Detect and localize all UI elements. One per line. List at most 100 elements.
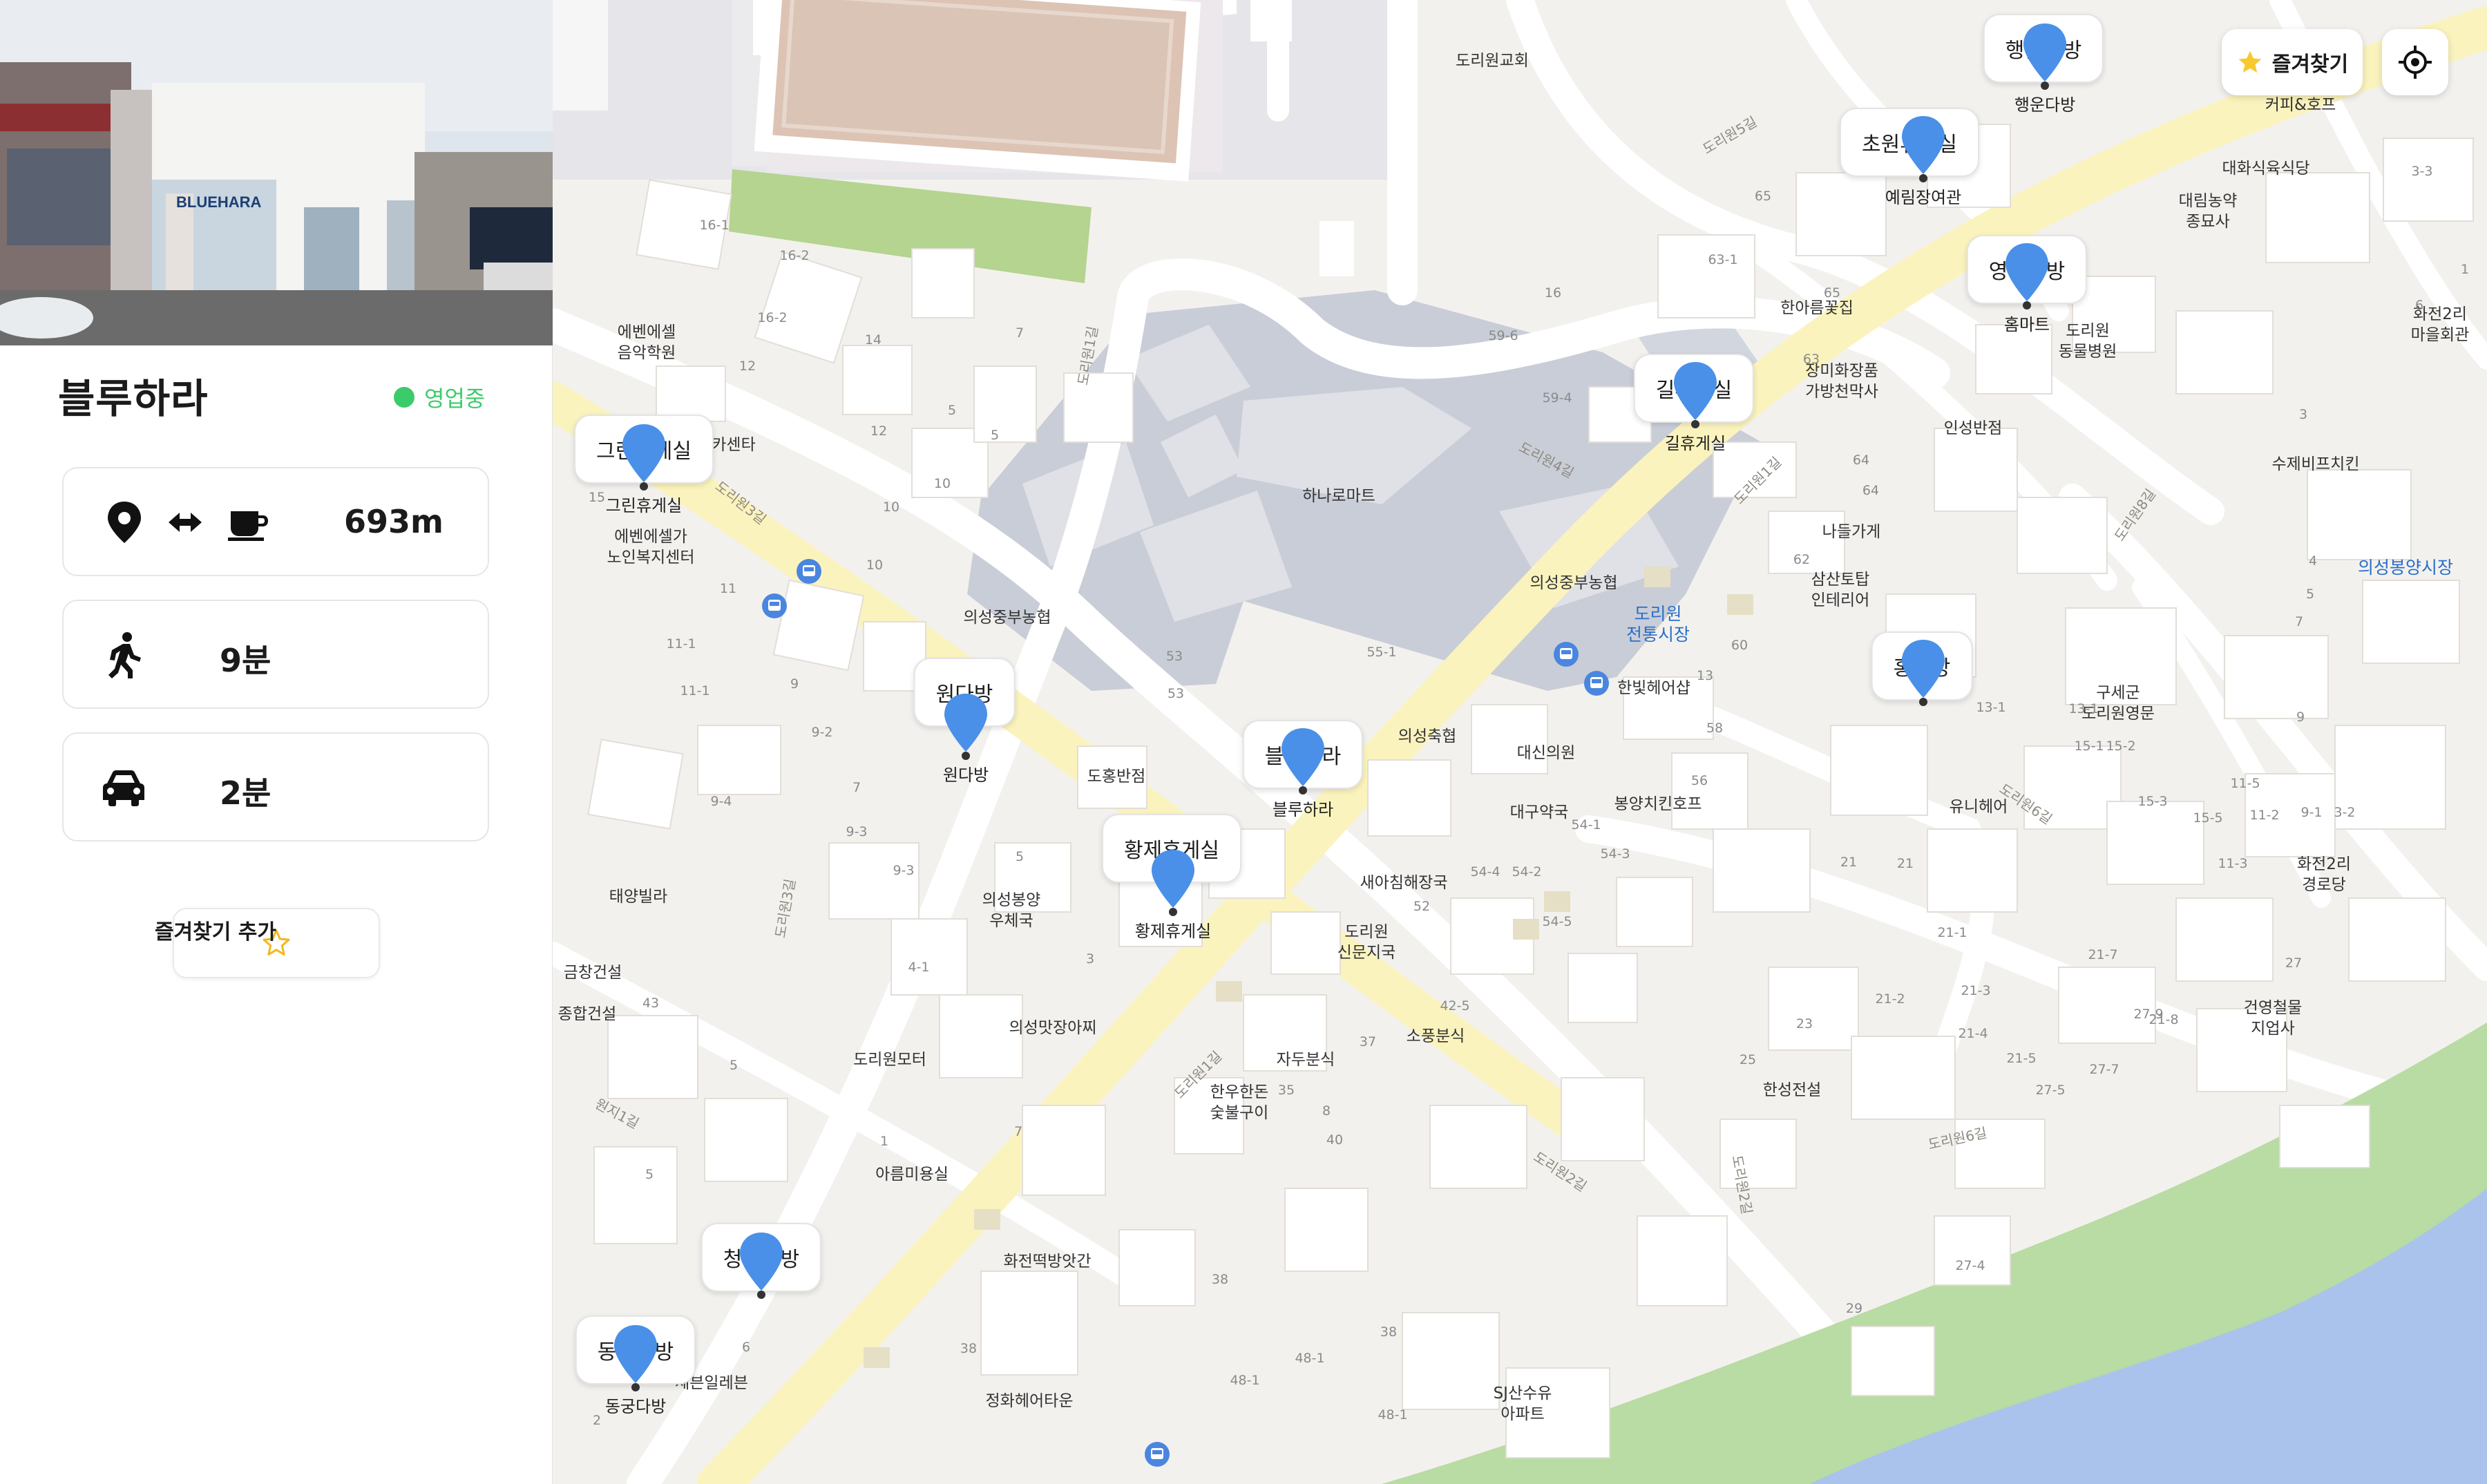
lot-number: 15-2 [2106,739,2136,754]
lot-number: 21-2 [1875,991,1905,1007]
cafe-marker[interactable]: 황제휴게실 [1135,848,1211,941]
lot-number: 3 [1085,951,1095,967]
map-view[interactable]: 도리원교회 커피&호프 대화식육식당 대림농약 종묘사 화전2리 마을회관 도리… [553,0,2487,1484]
drive-time-value: 2분 [220,774,271,812]
lot-number: 21 [1840,855,1858,870]
lot-number: 54-3 [1600,846,1630,862]
place-label: 한우한돈 숯불구이 [1210,1083,1269,1122]
favorites-button[interactable]: 즐겨찾기 [2222,29,2363,95]
place-label: 새아침해장국 [1360,874,1448,892]
cafe-marker[interactable] [737,1231,785,1307]
favorites-label: 즐겨찾기 [2271,53,2349,77]
cafe-marker[interactable]: 홈마트 [2003,242,2051,334]
lot-number: 27-4 [1955,1258,1985,1273]
place-label: 소풍분식 [1406,1027,1465,1045]
place-label: 대신의원 [1516,744,1576,762]
map-pin-icon [1902,640,1945,706]
lot-number: 5 [1015,849,1025,864]
lot-number: 1 [879,1134,889,1149]
cafe-marker[interactable]: 예림장여관 [1885,115,1961,207]
lot-number: 9-3 [893,863,915,878]
bus-stop-icon [762,593,787,618]
cafe-marker-name: 그린휴게실 [605,496,683,515]
cafe-marker[interactable]: 원다방 [942,692,990,785]
business-status: 영업중 [394,381,485,413]
cafe-marker-name: 동궁다방 [604,1397,667,1416]
place-label: 자두분식 [1276,1051,1335,1069]
lot-number: 21 [1896,856,1914,871]
lot-number: 16-2 [779,248,810,263]
lot-number: 52 [1413,899,1431,914]
lot-number: 11 [719,581,737,596]
place-label: 도리원모터 [853,1051,926,1069]
star-filled-icon [2238,50,2262,73]
lot-number: 5 [645,1167,654,1182]
map-pin-icon [1674,362,1717,428]
cafe-marker[interactable]: 블루하라 [1273,727,1333,819]
distance-card: 693m [62,467,489,576]
lot-number: 11-3 [2218,856,2248,871]
lot-number: 53 [1167,686,1185,701]
lot-number: 5 [729,1058,739,1073]
crosshair-icon [2399,46,2432,79]
lot-number: 15-3 [2137,794,2168,809]
place-label: 한아름꽃집 [1780,299,1854,317]
map-pin-icon [1902,116,1945,182]
add-favorite-button[interactable]: 즐겨찾기 추가 [155,908,380,978]
place-label: 건영철물 지업사 [2243,999,2303,1038]
lot-number: 10 [933,476,951,491]
cafe-marker[interactable]: 동궁다방 [605,1324,666,1416]
lot-number: 12 [870,424,888,439]
lot-number: 13-1 [1976,700,2006,715]
lot-number: 9 [2296,710,2305,725]
place-label: 대화식육식당 [2222,160,2310,178]
lot-number: 64 [1852,453,1870,468]
lot-number: 4-1 [908,960,930,975]
place-label: 의성중부농협 [1530,574,1618,592]
walk-time-card: 9분 [62,600,489,709]
lot-number: 55-1 [1366,645,1397,660]
place-label: 정화헤어타운 [985,1392,1074,1410]
place-label: 나들가게 [1822,523,1881,541]
add-favorite-label: 즐겨찾기 추가 [154,920,276,944]
locate-me-button[interactable] [2382,29,2448,95]
lot-number: 7 [1015,325,1025,341]
lot-number: 5 [2305,587,2315,602]
lot-number: 9-1 [2300,805,2323,820]
lot-number: 48-1 [1295,1351,1325,1366]
lot-number: 12 [739,359,756,374]
place-label: 봉양치킨호프 [1614,795,1702,813]
lot-number: 2 [592,1413,602,1428]
place-label: 화전떡방앗간 [1003,1253,1092,1271]
location-pin-icon [108,502,141,543]
place-label: 한빛헤어샵 [1617,679,1690,697]
lot-number: 27-5 [2035,1083,2066,1098]
map-pin-icon [1152,850,1194,916]
cafe-marker[interactable]: 행운다방 [2014,22,2075,115]
cafe-marker[interactable]: 길휴게실 [1665,361,1726,453]
cafe-marker-name: 황제휴게실 [1134,922,1212,941]
storefront-photo: BLUEHARA [0,0,553,345]
place-label: 에벤에셀 음악학원 [617,323,676,362]
lot-number: 8 [1322,1103,1331,1119]
lot-number: 11-2 [2249,808,2280,823]
map-pin-icon [2005,243,2048,310]
place-label: 대구약국 [1509,803,1569,821]
lot-number: 14 [864,332,882,348]
place-label: 하나로마트 [1302,487,1375,505]
lot-number: 27 [2285,955,2303,971]
map-pin-icon [1281,728,1324,795]
lot-number: 5 [947,403,957,418]
distance-value: 693m [344,503,444,540]
lot-number: 63 [1802,352,1820,367]
lot-number: 10 [882,500,900,515]
place-label: 의성봉양시장 [2357,558,2454,578]
lot-number: 43 [642,996,660,1011]
place-photo: BLUEHARA [0,0,553,345]
lot-number: 65 [1754,189,1772,204]
place-label: 유니헤어 [1949,798,2008,816]
cafe-marker[interactable]: 그린휴게실 [606,423,682,515]
cafe-marker[interactable] [1899,638,1947,714]
place-label: 금창건설 [563,964,622,982]
lot-number: 15-1 [2074,739,2104,754]
